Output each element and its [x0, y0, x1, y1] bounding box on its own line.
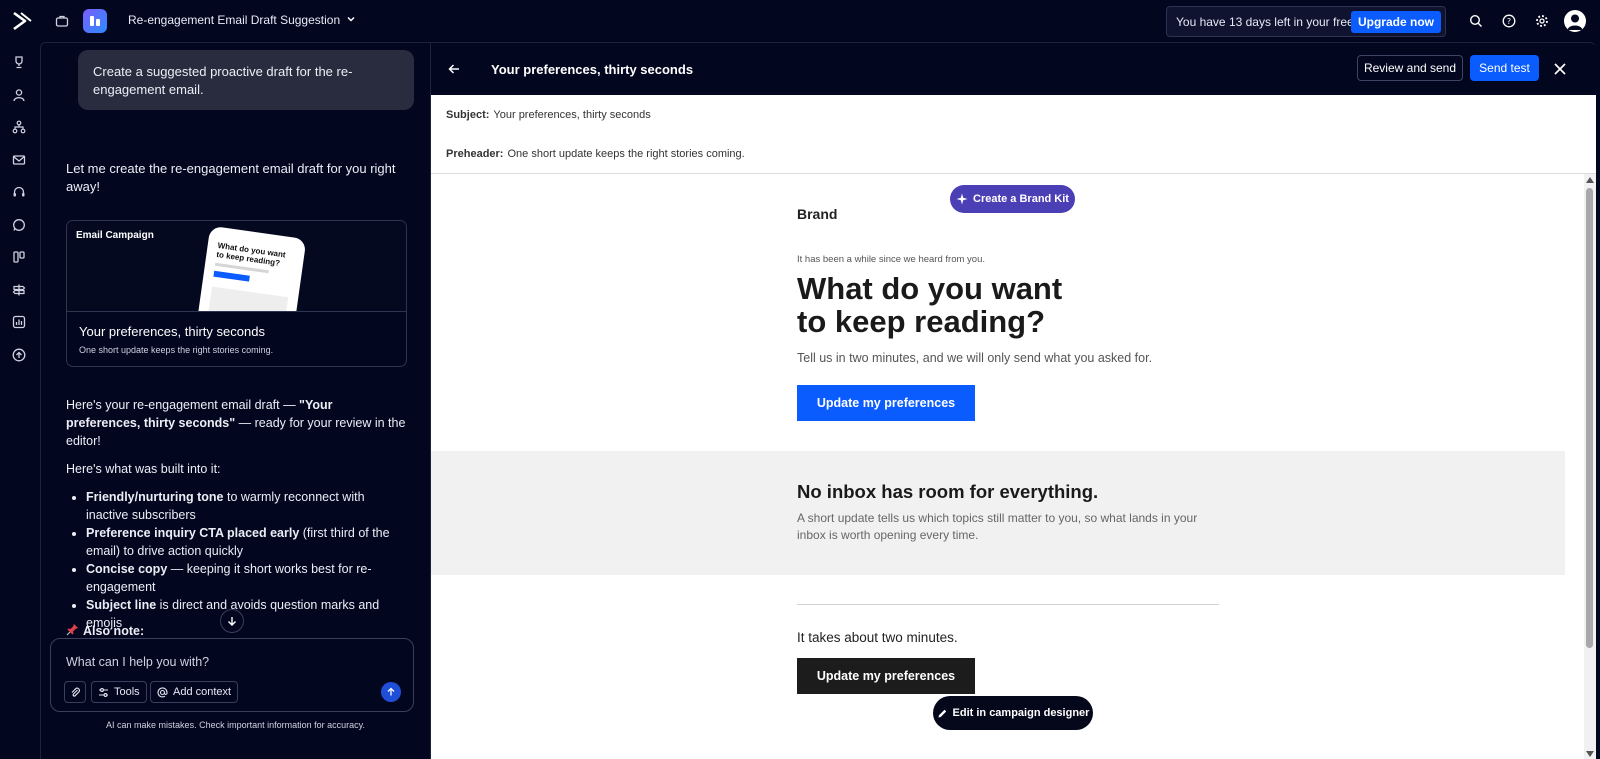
also-note: Also note: [66, 623, 144, 639]
at-sign-icon [157, 686, 168, 697]
upgrade-button[interactable]: Upgrade now [1350, 11, 1441, 33]
brand-kit-label: Create a Brand Kit [973, 193, 1069, 205]
email-section-body: A short update tells us which topics sti… [797, 511, 1198, 542]
chat-panel: Create a suggested proactive draft for t… [40, 42, 431, 759]
list-item: Preference inquiry CTA placed early (fir… [86, 524, 406, 560]
phone-preview: What do you want to keep reading? [196, 225, 307, 311]
email-divider [797, 604, 1219, 605]
subject-value: Your preferences, thirty seconds [493, 108, 651, 121]
bullet-bold: Preference inquiry CTA placed early [86, 526, 300, 540]
add-context-button[interactable]: Add context [150, 681, 239, 703]
search-icon[interactable] [1467, 12, 1485, 30]
svg-text:?: ? [1507, 17, 1511, 26]
list-item: Concise copy — keeping it short works be… [86, 560, 406, 596]
phone-preview-footer [207, 286, 289, 311]
preheader-label: Preheader: [446, 147, 504, 160]
email-headline: What do you want to keep reading? [797, 271, 1063, 339]
signpost-icon[interactable] [10, 281, 28, 299]
email-eyebrow: It has been a while since we heard from … [797, 254, 985, 265]
email-canvas: Create a Brand Kit Brand It has been a w… [431, 174, 1596, 759]
tools-label: Tools [114, 686, 140, 698]
upload-icon[interactable] [10, 346, 28, 364]
email-section-title: No inbox has room for everything. [797, 481, 1099, 502]
subject-label: Subject: [446, 108, 490, 121]
chevron-down-icon [346, 13, 356, 27]
top-bar: Re-engagement Email Draft Suggestion You… [0, 0, 1600, 42]
add-context-label: Add context [173, 686, 232, 698]
built-heading: Here's what was built into it: [66, 462, 221, 476]
whatsapp-icon[interactable] [10, 216, 28, 234]
back-arrow-icon[interactable] [445, 60, 463, 78]
briefcase-icon[interactable] [53, 12, 71, 30]
sliders-icon [99, 687, 108, 697]
pushpin-icon [66, 623, 79, 639]
hierarchy-icon[interactable] [10, 118, 28, 136]
update-preferences-button-primary[interactable]: Update my preferences [797, 385, 975, 421]
app-title: Re-engagement Email Draft Suggestion [128, 13, 341, 27]
mail-icon[interactable] [10, 151, 28, 169]
bullet-bold: Friendly/nurturing tone [86, 490, 224, 504]
edit-designer-label: Edit in campaign designer [952, 707, 1090, 719]
trial-banner: You have 13 days left in your free trial… [1166, 6, 1446, 37]
card-preview: Email Campaign What do you want to keep … [67, 221, 406, 312]
email-editor-panel: Your preferences, thirty seconds Review … [431, 42, 1596, 759]
pencil-icon [938, 709, 946, 717]
ai-disclaimer: AI can make mistakes. Check important in… [106, 720, 365, 730]
bullet-bold: Concise copy [86, 562, 168, 576]
editor-scrollbar[interactable] [1584, 174, 1596, 759]
brand-logo-icon[interactable] [11, 10, 33, 32]
gear-icon[interactable] [1533, 12, 1551, 30]
trial-text: You have 13 days left in your free trial… [1176, 14, 1380, 29]
card-tag: Email Campaign [76, 230, 154, 241]
arrow-up-icon [387, 687, 395, 696]
analytics-icon[interactable] [10, 313, 28, 331]
phone-preview-button [213, 270, 250, 282]
summary-paragraph: Here's your re-engagement email draft — … [66, 396, 406, 450]
preheader-value: One short update keeps the right stories… [507, 147, 745, 160]
sparkle-icon [956, 193, 968, 205]
editor-title: Your preferences, thirty seconds [491, 62, 694, 77]
scroll-to-bottom-button[interactable] [220, 609, 244, 633]
arrow-down-icon [228, 617, 236, 626]
person-icon[interactable] [10, 86, 28, 104]
email-closing: It takes about two minutes. [797, 630, 958, 645]
email-brand: Brand [797, 206, 838, 222]
review-and-send-button[interactable]: Review and send [1357, 55, 1463, 81]
send-test-button[interactable]: Send test [1470, 55, 1539, 81]
app-title-dropdown[interactable]: Re-engagement Email Draft Suggestion [128, 13, 356, 27]
summary-prefix: Here's your re-engagement email draft — [66, 398, 300, 412]
trophy-icon[interactable] [10, 53, 28, 71]
preheader-row[interactable]: Preheader: One short update keeps the ri… [431, 134, 1596, 174]
subject-row[interactable]: Subject: Your preferences, thirty second… [431, 95, 1596, 135]
tools-button[interactable]: Tools [91, 681, 147, 703]
list-item: Friendly/nurturing tone to warmly reconn… [86, 488, 406, 524]
help-icon[interactable]: ? [1500, 12, 1518, 30]
ai-summary: Here's your re-engagement email draft — … [66, 396, 406, 632]
chat-input[interactable] [66, 655, 386, 669]
editor-header: Your preferences, thirty seconds Review … [431, 43, 1596, 95]
scroll-up-arrow-icon[interactable] [1586, 177, 1594, 183]
bullet-bold: Subject line [86, 598, 157, 612]
edit-in-campaign-designer-button[interactable]: Edit in campaign designer [933, 696, 1093, 730]
attach-button[interactable] [64, 681, 86, 703]
app-badge-icon[interactable] [83, 9, 107, 33]
card-subtitle: One short update keeps the right stories… [79, 345, 274, 355]
email-lead: Tell us in two minutes, and we will only… [797, 351, 1153, 365]
headset-icon[interactable] [10, 183, 28, 201]
also-note-label: Also note: [83, 624, 145, 638]
ai-intro-message: Let me create the re-engagement email dr… [66, 161, 396, 194]
scroll-down-arrow-icon[interactable] [1586, 751, 1594, 757]
card-title: Your preferences, thirty seconds [79, 324, 265, 339]
create-brand-kit-button[interactable]: Create a Brand Kit [950, 185, 1075, 213]
user-message: Create a suggested proactive draft for t… [78, 50, 414, 110]
close-icon[interactable] [1550, 59, 1570, 79]
update-preferences-button-secondary[interactable]: Update my preferences [797, 658, 975, 694]
email-campaign-card[interactable]: Email Campaign What do you want to keep … [66, 220, 407, 367]
kanban-icon[interactable] [10, 248, 28, 266]
avatar[interactable] [1564, 10, 1586, 32]
send-button[interactable] [381, 682, 401, 702]
chat-composer: Tools Add context [50, 638, 414, 712]
scrollbar-thumb[interactable] [1586, 188, 1593, 648]
paperclip-icon [71, 687, 80, 697]
